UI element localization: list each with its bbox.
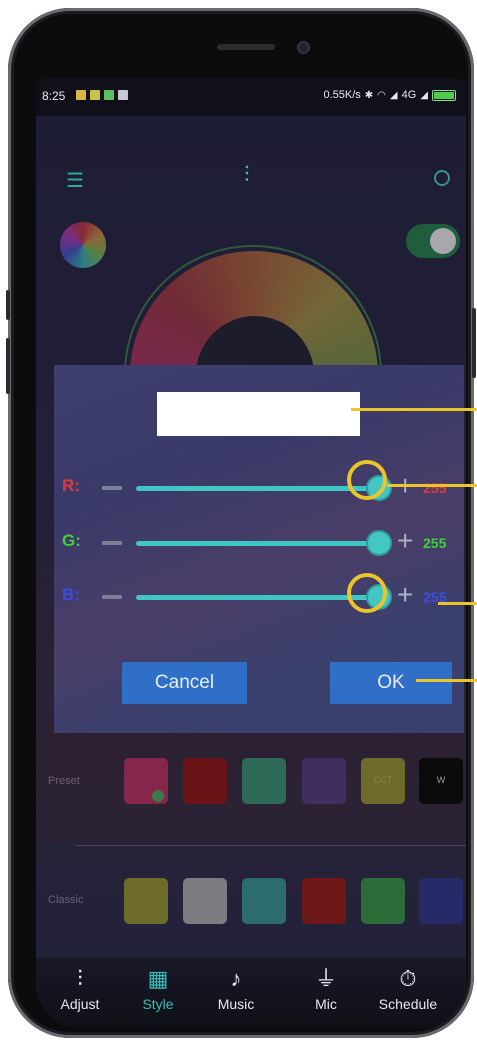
power-toggle[interactable] [406,224,460,258]
music-icon: ♪ [230,966,242,991]
callout-line-red-slider [387,484,477,487]
highlight-circle-red-thumb [347,460,387,500]
mute-switch [6,290,10,320]
status-bar: 8:25 0.55K/s ✱ ◠ ◢ 4G ◢ [36,78,466,116]
timer-icon: ⏱ [399,966,417,991]
blue-label: B: [62,585,80,604]
highlight-circle-blue-thumb [347,573,387,613]
red-slider-track[interactable] [136,486,381,491]
selected-indicator [152,790,164,802]
notification-icon [104,90,114,100]
classic-swatch[interactable] [302,878,346,924]
red-slider-row: R: + 255 [54,471,464,504]
nav-item-adjust[interactable]: ⫶ Adjust [40,966,120,1012]
classic-swatch[interactable] [242,878,286,924]
green-slider-thumb[interactable] [368,532,390,554]
status-time: 8:25 [42,89,66,103]
green-slider-row: G: + 255 [54,526,464,559]
signal-icon: ◢ [420,89,428,101]
green-slider-track[interactable] [136,541,381,546]
status-icons: 0.55K/s ✱ ◠ ◢ 4G ◢ [323,89,456,101]
blue-slider-row: B: + 255 [54,580,464,613]
menu-icon[interactable]: ☰ [66,168,88,193]
nav-item-music[interactable]: ♪ Music [196,966,276,1012]
red-minus-button[interactable] [102,486,122,490]
blue-minus-button[interactable] [102,595,122,599]
nav-item-schedule[interactable]: ⏱ Schedule [368,966,448,1012]
preset-label: Preset [48,775,80,787]
power-button [472,308,476,378]
notification-icons [76,90,128,100]
blue-slider-track[interactable] [136,595,381,600]
preset-swatch[interactable] [183,758,227,804]
wifi-icon: ◠ [377,89,386,101]
notification-icon [76,90,86,100]
ok-button[interactable]: OK [330,662,452,704]
classic-swatch[interactable] [124,878,168,924]
battery-icon [432,89,456,101]
network-speed: 0.55K/s [323,89,361,101]
preset-swatch-white[interactable]: W [419,758,463,804]
phone-frame: 8:25 0.55K/s ✱ ◠ ◢ 4G ◢ ☰ ⫶ Preset CCT W… [6,8,476,1038]
callout-line-ok-button [416,679,477,682]
green-plus-button[interactable]: + [397,526,413,556]
cancel-button[interactable]: Cancel [122,662,247,704]
blue-plus-button[interactable]: + [397,580,413,610]
row-divider [76,845,466,846]
volume-button [6,338,10,394]
preset-swatch-cct[interactable]: CCT [361,758,405,804]
callout-line-blue-slider [438,602,477,605]
mic-icon: ⏚ [314,966,337,991]
front-camera [299,43,308,52]
callout-line-name-field [351,408,477,411]
preset-swatch[interactable] [302,758,346,804]
color-name-field[interactable] [157,392,360,436]
nav-item-style[interactable]: ▦ Style [118,966,198,1012]
earpiece [217,44,275,50]
notification-icon [90,90,100,100]
signal-icon: ◢ [389,89,398,101]
grid-icon: ▦ [147,966,169,991]
red-label: R: [62,476,80,495]
notification-icon [118,90,128,100]
green-value: 255 [423,535,447,551]
classic-swatch[interactable] [361,878,405,924]
preset-swatch[interactable] [242,758,286,804]
settings-icon[interactable] [434,170,450,186]
green-label: G: [62,531,81,550]
color-edit-dialog: R: + 255 G: + 255 B: + 25 [54,365,464,733]
classic-swatch[interactable] [183,878,227,924]
nav-item-mic[interactable]: ⏚ Mic [286,966,366,1012]
equalizer-icon: ⫶ [244,162,250,187]
bottom-nav: ⫶ Adjust ▦ Style ♪ Music ⏚ Mic ⏱ Schedul… [36,958,466,1028]
classic-swatch[interactable] [419,878,463,924]
preset-swatch[interactable] [124,758,168,804]
classic-label: Classic [48,894,84,906]
color-mode-icon[interactable] [60,222,106,268]
green-minus-button[interactable] [102,541,122,545]
network-type: 4G [401,89,417,101]
red-value: 255 [423,480,447,496]
sliders-icon: ⫶ [77,966,83,991]
screen: 8:25 0.55K/s ✱ ◠ ◢ 4G ◢ ☰ ⫶ Preset CCT W… [36,78,466,1028]
bluetooth-icon: ✱ [364,89,374,101]
